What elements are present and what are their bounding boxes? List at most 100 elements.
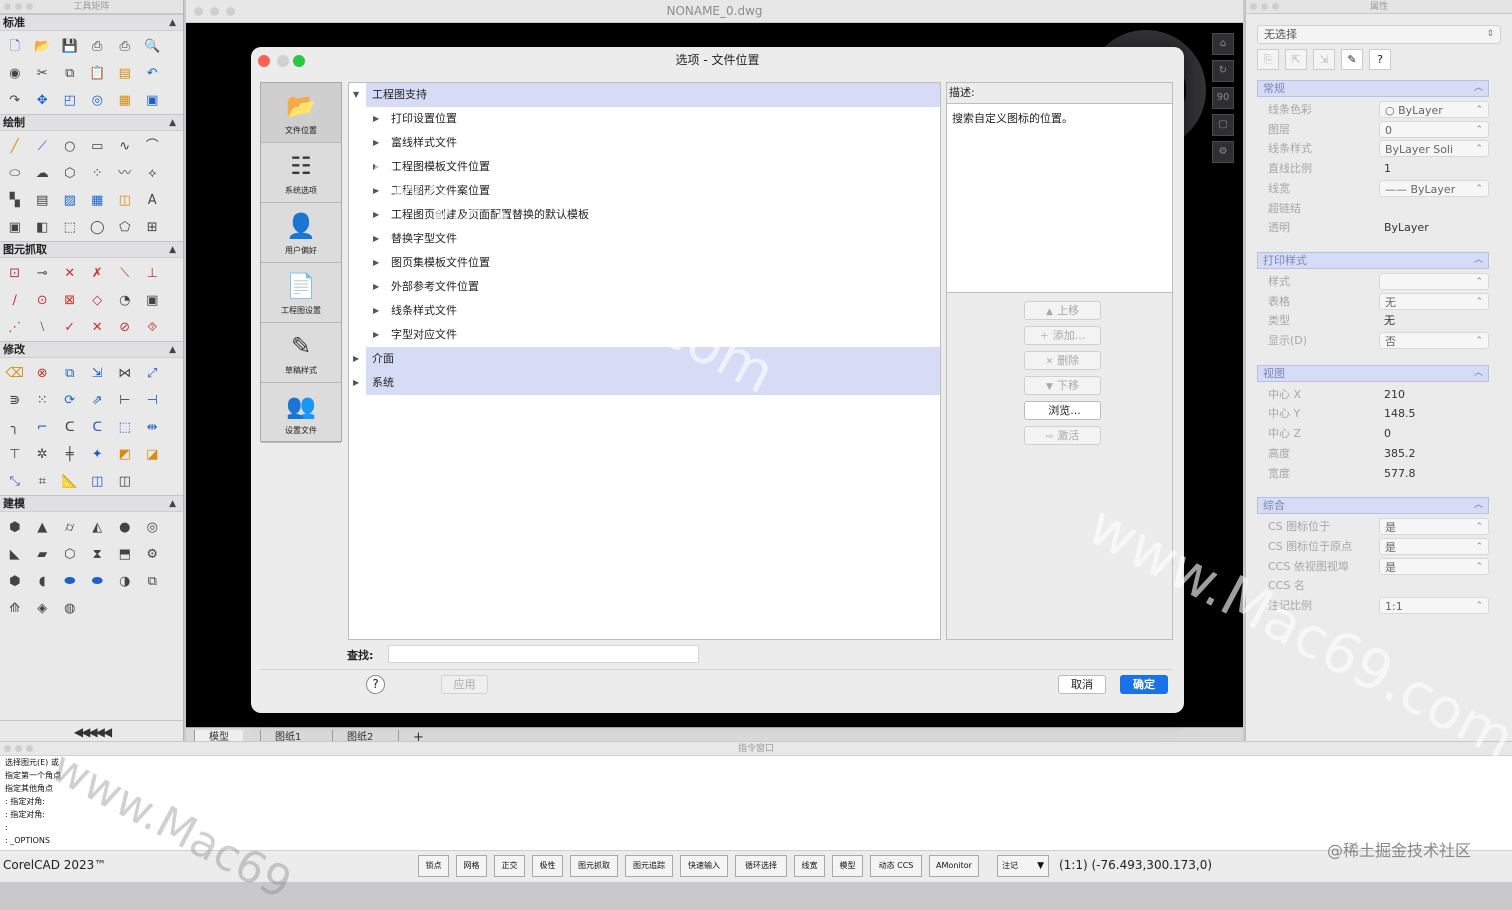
slice-icon[interactable]: ◑	[111, 568, 139, 595]
chevron-up-icon[interactable]: ︿	[1474, 366, 1483, 381]
new-file-icon[interactable]: 🗋	[1, 33, 29, 60]
spline-icon[interactable]: ∿	[111, 133, 139, 160]
property-value[interactable]: 0	[1379, 425, 1489, 442]
nav-settings-icon[interactable]: ⚙	[1212, 141, 1234, 163]
loft-icon[interactable]: ⬒	[111, 541, 139, 568]
rotate-90-icon[interactable]: 90	[1212, 87, 1234, 109]
ok-button[interactable]: 确定	[1120, 675, 1168, 694]
tree-row[interactable]: ▶ 外部参考文件位置	[349, 275, 940, 299]
tree-row[interactable]: ▶ 介面	[353, 347, 940, 371]
dialog-zoom-button[interactable]	[293, 55, 305, 67]
minimize-dot[interactable]	[15, 745, 22, 752]
helix-icon[interactable]: ⟰	[1, 595, 29, 622]
cone-icon[interactable]: ▲	[29, 514, 57, 541]
status-toggle-button[interactable]: 锁点	[418, 855, 449, 877]
edit-hatch-icon[interactable]: ╪	[56, 441, 84, 468]
triangle-up-icon[interactable]: ▲	[169, 496, 176, 512]
property-row[interactable]: 线条色彩 ○ ByLayer	[1257, 100, 1489, 120]
minimize-dot[interactable]	[1261, 3, 1268, 10]
property-row[interactable]: 线宽 —— ByLayer	[1257, 179, 1489, 199]
trim-icon[interactable]: ⊢	[111, 387, 139, 414]
chevron-up-icon[interactable]: ︿	[1474, 81, 1483, 96]
expander-icon[interactable]: ▶	[373, 299, 379, 323]
property-value[interactable]: 1:1	[1379, 597, 1489, 615]
property-group-header[interactable]: 综合 ︿	[1257, 497, 1489, 515]
property-row[interactable]: CS 图标位于 是	[1257, 517, 1489, 537]
status-toggle-button[interactable]: 图元追踪	[625, 855, 673, 877]
snap-insertion-icon[interactable]: ▣	[139, 287, 167, 314]
ungroup-icon[interactable]: ◫	[111, 468, 139, 495]
donut-icon[interactable]: ◯	[84, 214, 112, 241]
sphere-icon[interactable]: ●	[111, 514, 139, 541]
property-value[interactable]: 无	[1379, 312, 1489, 329]
nav-item-checklist[interactable]: ☷ 系统选项	[261, 143, 341, 203]
status-toggle-button[interactable]: 动态 CCS	[870, 855, 922, 877]
print-preview-icon[interactable]: 🔍	[139, 33, 167, 60]
torus-icon[interactable]: ◎	[139, 514, 167, 541]
snap-perpendicular-icon[interactable]: ⊥	[139, 260, 167, 287]
property-group-header[interactable]: 常规 ︿	[1257, 80, 1489, 97]
edit-attr-icon[interactable]: ◪	[139, 441, 167, 468]
cloud-icon[interactable]: ☁	[29, 160, 57, 187]
property-row[interactable]: 透明 ByLayer	[1257, 218, 1489, 238]
text-icon[interactable]: A	[139, 187, 167, 214]
open-folder-icon[interactable]: 📂	[29, 33, 57, 60]
expander-icon[interactable]: ▶	[373, 251, 379, 275]
snap-intersection-icon[interactable]: ✕	[56, 260, 84, 287]
side-button[interactable]: ⇨ 激活	[1024, 426, 1101, 445]
property-row[interactable]: 宽度 577.8	[1257, 464, 1489, 484]
break-icon[interactable]: ᑕ	[56, 414, 84, 441]
print-icon[interactable]: ⎙	[84, 33, 112, 60]
triangle-up-icon[interactable]: ▲	[169, 342, 176, 358]
cut-icon[interactable]: ✂	[29, 60, 57, 87]
align-icon[interactable]: ⤡	[1, 468, 29, 495]
status-toggle-button[interactable]: 极性	[532, 855, 563, 877]
properties-tool-button[interactable]: ⎘	[1257, 49, 1279, 70]
status-toggle-button[interactable]: 图元抓取	[570, 855, 618, 877]
property-row[interactable]: 线条样式 ByLayer Soli	[1257, 139, 1489, 159]
close-dot[interactable]	[194, 7, 203, 16]
lengthen-icon[interactable]: ⬚	[111, 414, 139, 441]
property-row[interactable]: CS 图标位于原点 是	[1257, 537, 1489, 557]
freehand-icon[interactable]: 〰	[111, 160, 139, 187]
properties-tool-button[interactable]: ⇱	[1285, 49, 1307, 70]
plot-icon[interactable]: ⎙	[111, 33, 139, 60]
tree-row[interactable]: ▶ 图页集模板文件位置	[349, 251, 940, 275]
scale-icon[interactable]: ⤢	[139, 360, 167, 387]
status-toggle-button[interactable]: 正交	[494, 855, 525, 877]
property-value[interactable]: 1	[1379, 160, 1489, 177]
tree-row[interactable]: ▶ 字型对应文件	[349, 323, 940, 347]
extend-icon[interactable]: ⊣	[139, 387, 167, 414]
tree-row[interactable]: ▶ 系统	[353, 371, 940, 395]
polyline-icon[interactable]: ⟋	[29, 133, 57, 160]
side-button[interactable]: ▲ 上移	[1024, 301, 1101, 320]
zoom-realtime-icon[interactable]: ◎	[84, 87, 112, 114]
nav-item-draft-style[interactable]: ✎ 草稿样式	[261, 323, 341, 383]
snap-toggle-icon[interactable]: ⯑	[139, 314, 167, 341]
status-toggle-button[interactable]: 循环选择	[735, 855, 787, 877]
tree-row[interactable]: ▶ 工程图模板文件位置	[349, 155, 940, 179]
help-button[interactable]: ?	[366, 675, 385, 694]
property-row[interactable]: 类型 无	[1257, 311, 1489, 331]
wipeout-icon[interactable]: ⬠	[111, 214, 139, 241]
gradient-icon[interactable]: ▤	[29, 187, 57, 214]
side-button[interactable]: ＋添加...	[1024, 326, 1101, 345]
snap-apparent-icon[interactable]: ✗	[84, 260, 112, 287]
chevron-up-icon[interactable]: ︿	[1474, 253, 1483, 268]
section-header[interactable]: 标准 ▲	[0, 14, 183, 31]
property-row[interactable]: 中心 X 210	[1257, 385, 1489, 405]
tree-row[interactable]: ▶ 替换字型文件	[349, 227, 940, 251]
revolve-icon[interactable]: ⬡	[56, 541, 84, 568]
node-icon[interactable]: ⟡	[139, 160, 167, 187]
edit-text-icon[interactable]: ✦	[84, 441, 112, 468]
expander-icon[interactable]: ▶	[373, 179, 379, 203]
status-toggle-button[interactable]: 模型	[832, 855, 863, 877]
offset-icon[interactable]: ⋑	[1, 387, 29, 414]
measure-icon[interactable]: 📐	[56, 468, 84, 495]
box-icon[interactable]: ⬢	[1, 514, 29, 541]
chevron-up-icon[interactable]: ︿	[1474, 498, 1483, 513]
hatch-icon[interactable]: ▚	[1, 187, 29, 214]
region-icon[interactable]: ⬡	[56, 160, 84, 187]
join-icon[interactable]: ᑕ	[84, 414, 112, 441]
match-properties-icon[interactable]: ▤	[111, 60, 139, 87]
